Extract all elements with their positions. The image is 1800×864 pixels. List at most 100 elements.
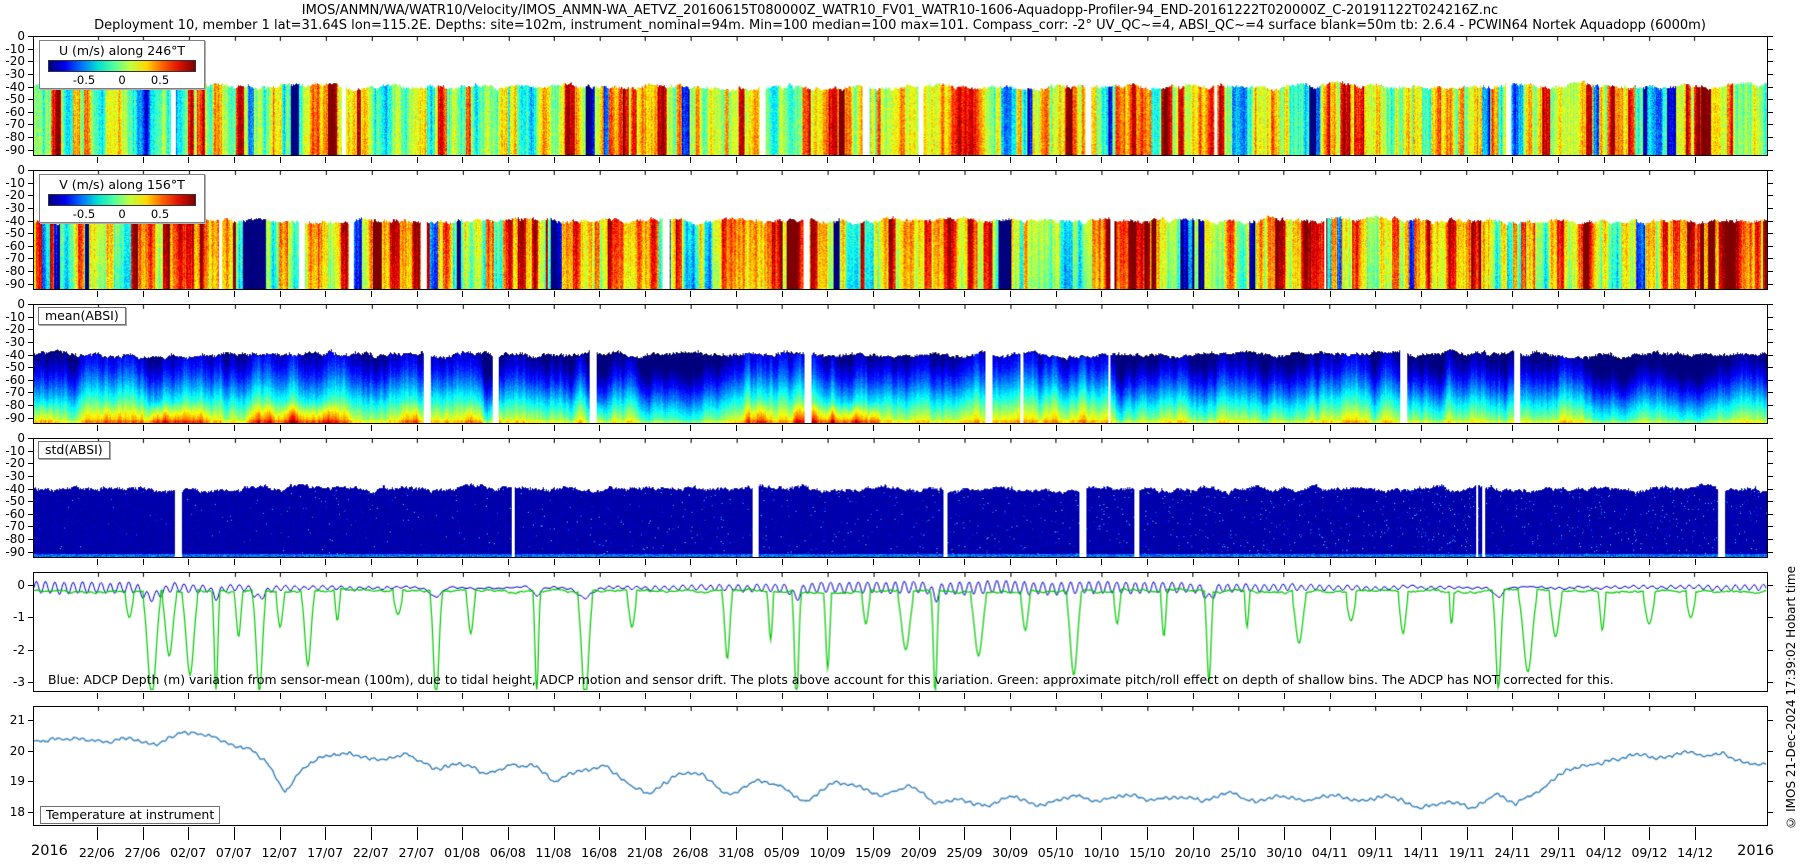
y-tick-mark (1768, 355, 1773, 356)
y-tick-mark (28, 585, 33, 586)
y-tick-label: 20 (10, 744, 25, 758)
x-tick-mark (1284, 559, 1285, 565)
x-tick-mark (280, 559, 281, 565)
x-tick-mark (234, 157, 235, 163)
y-tick-mark (28, 501, 33, 502)
x-tick-mark (1649, 291, 1650, 297)
y-tick-mark (28, 74, 33, 75)
x-tick-mark (1467, 157, 1468, 163)
panel-temperature: 21201918 Temperature at instrument (33, 706, 1768, 826)
x-tick-mark (919, 827, 920, 840)
colorbar-tick: -0.5 (73, 207, 95, 221)
y-tick-mark (28, 552, 33, 553)
y-tick-mark (1768, 150, 1773, 151)
x-tick-mark (554, 291, 555, 297)
x-tick-label: 14/12 (1677, 845, 1713, 860)
y-tick-mark (1768, 195, 1773, 196)
x-tick-mark (1284, 693, 1285, 699)
x-tick-mark (371, 291, 372, 297)
x-tick-mark (690, 827, 691, 840)
x-tick-mark (1056, 559, 1057, 565)
y-tick-mark (1768, 438, 1773, 439)
x-tick-mark (736, 425, 737, 431)
x-tick-mark (371, 559, 372, 565)
x-tick-mark (690, 157, 691, 163)
y-tick-label: -3 (13, 675, 25, 689)
y-tick-mark (1768, 342, 1773, 343)
panel-std-absi: 0-10-20-30-40-50-60-70-80-90 std(ABSI) (33, 438, 1768, 558)
x-tick-label: 09/12 (1631, 845, 1667, 860)
y-tick-mark (1768, 221, 1773, 222)
x-tick-label: 30/09 (992, 845, 1028, 860)
x-tick-mark (508, 157, 509, 163)
x-tick-mark (1010, 157, 1011, 163)
x-tick-mark (1238, 425, 1239, 431)
x-tick-mark (964, 827, 965, 840)
y-tick-mark (1768, 380, 1773, 381)
x-tick-mark (1467, 425, 1468, 431)
x-tick-label: 19/11 (1449, 845, 1485, 860)
x-tick-mark (1147, 157, 1148, 163)
x-tick-mark (599, 559, 600, 565)
x-tick-mark (1375, 693, 1376, 699)
x-tick-mark (1604, 559, 1605, 565)
figure-title: IMOS/ANMN/WA/WATR10/Velocity/IMOS_ANMN-W… (0, 0, 1800, 18)
x-tick-label: 16/08 (581, 845, 617, 860)
x-tick-mark (1467, 827, 1468, 840)
x-tick-mark (1010, 693, 1011, 699)
x-tick-mark (690, 693, 691, 699)
x-tick-mark (645, 827, 646, 840)
u-legend-title: U (m/s) along 246°T (46, 43, 198, 58)
colorbar-tick: 0 (118, 73, 125, 87)
x-tick-mark (1056, 827, 1057, 840)
x-tick-mark (97, 693, 98, 699)
x-tick-mark (1101, 291, 1102, 297)
x-tick-mark (1695, 157, 1696, 163)
x-tick-mark (782, 559, 783, 565)
x-tick-mark (1421, 157, 1422, 163)
mean-absi-heatmap (34, 305, 1767, 423)
x-tick-label: 25/10 (1220, 845, 1256, 860)
x-tick-mark (1147, 425, 1148, 431)
x-axis-year-end: 2016 (1737, 843, 1774, 859)
y-tick-label: 19 (10, 774, 25, 788)
x-tick-mark (508, 291, 509, 297)
x-tick-mark (782, 157, 783, 163)
x-tick-mark (417, 827, 418, 840)
y-tick-mark (28, 489, 33, 490)
figure-subtitle: Deployment 10, member 1 lat=31.64S lon=1… (0, 18, 1800, 33)
y-tick-mark (1768, 392, 1773, 393)
x-tick-mark (1284, 425, 1285, 431)
x-tick-mark (1558, 559, 1559, 565)
x-tick-mark (280, 157, 281, 163)
y-tick-mark (1768, 36, 1773, 37)
x-tick-mark (1193, 693, 1194, 699)
depth-variation-annotation: Blue: ADCP Depth (m) variation from sens… (48, 672, 1761, 687)
x-tick-mark (1147, 559, 1148, 565)
x-tick-mark (1101, 559, 1102, 565)
x-tick-mark (143, 693, 144, 699)
v-colorbar-ticks: -0.5 0 0.5 (46, 206, 198, 220)
x-tick-mark (1101, 693, 1102, 699)
colorbar-tick: 0.5 (151, 73, 169, 87)
y-tick-label: -90 (5, 277, 25, 291)
y-tick-mark (1768, 812, 1773, 813)
x-tick-mark (462, 827, 463, 840)
x-tick-mark (280, 693, 281, 699)
x-tick-mark (1010, 291, 1011, 297)
x-tick-mark (554, 827, 555, 840)
y-tick-mark (1768, 405, 1773, 406)
x-tick-label: 15/10 (1129, 845, 1165, 860)
y-tick-mark (28, 650, 33, 651)
x-tick-mark (873, 425, 874, 431)
panel-mean-absi: 0-10-20-30-40-50-60-70-80-90 mean(ABSI) (33, 304, 1768, 424)
y-tick-mark (28, 781, 33, 782)
y-tick-mark (1768, 183, 1773, 184)
x-tick-mark (462, 559, 463, 565)
y-tick-mark (28, 514, 33, 515)
x-tick-label: 25/09 (946, 845, 982, 860)
x-tick-mark (919, 693, 920, 699)
panel-v-velocity: 0-10-20-30-40-50-60-70-80-90 V (m/s) alo… (33, 170, 1768, 290)
x-tick-mark (1101, 827, 1102, 840)
x-tick-mark (1695, 559, 1696, 565)
